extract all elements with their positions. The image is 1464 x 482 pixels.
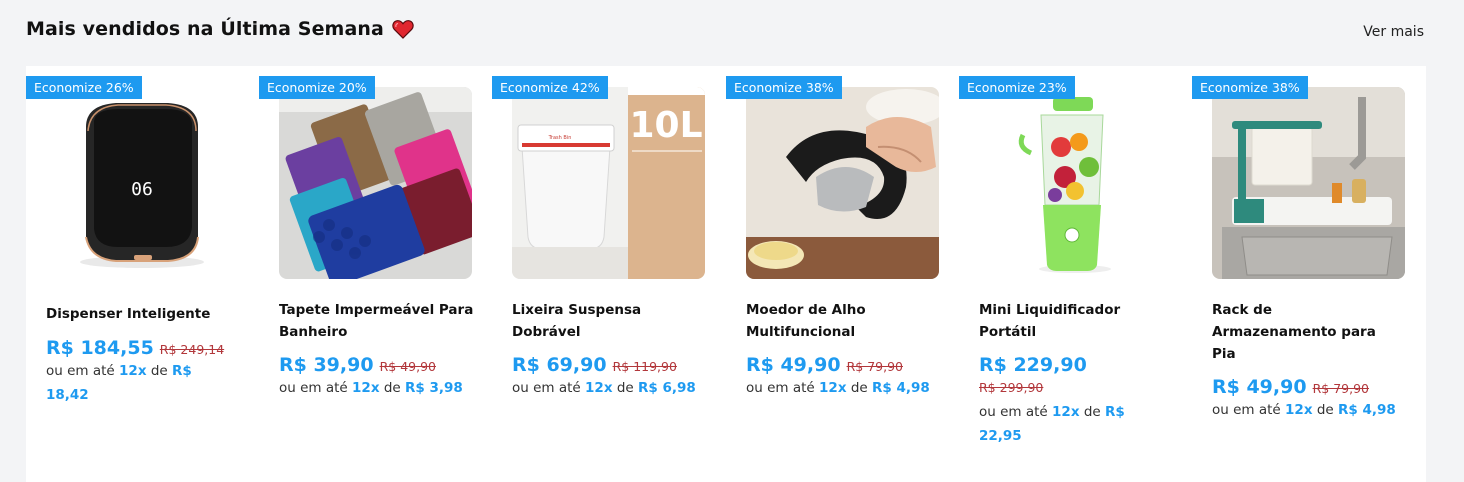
old-price: R$ 119,90: [612, 359, 677, 374]
smart-dispenser-image[interactable]: 06: [46, 87, 239, 279]
product-card[interactable]: Economize 23% Mini Liquidificador Portát…: [959, 66, 1185, 482]
installment-mid: de: [150, 363, 168, 379]
old-price: R$ 299,90: [979, 380, 1044, 395]
installment-value: R$ 6,98: [638, 380, 696, 396]
svg-text:06: 06: [131, 179, 153, 200]
product-price: R$ 229,90: [979, 354, 1087, 376]
discount-badge: Economize 42%: [492, 76, 608, 99]
installment-mid: de: [383, 380, 401, 396]
product-name[interactable]: Moedor de Alho Multifuncional: [746, 299, 946, 343]
installment-prefix: ou em até: [979, 404, 1048, 420]
installment-mid: de: [616, 380, 634, 396]
products-carousel: Economize 26% 06 Dispenser Inteligente R…: [26, 66, 1426, 482]
installment-prefix: ou em até: [46, 363, 115, 379]
installment-info: ou em até 12x de R$ 6,98: [512, 376, 712, 400]
installment-prefix: ou em até: [279, 380, 348, 396]
product-price: R$ 39,90: [279, 354, 374, 376]
section-title-text: Mais vendidos na Última Semana: [26, 18, 384, 40]
installment-count: 12x: [819, 380, 847, 396]
old-price: R$ 79,90: [846, 359, 903, 374]
product-name[interactable]: Rack de Armazenamento para Pia: [1212, 299, 1392, 365]
product-card[interactable]: Economize 20% Tapete Impermeável Para Ba…: [259, 66, 485, 482]
installment-mid: de: [1316, 402, 1334, 418]
installment-info: ou em até 12x de R$ 4,98: [1212, 398, 1412, 422]
hanging-trash-bin-image[interactable]: 10L Trash Bin: [512, 87, 705, 279]
old-price: R$ 79,90: [1312, 381, 1369, 396]
bath-mat-image[interactable]: [279, 87, 472, 279]
product-price: R$ 69,90: [512, 354, 607, 376]
installment-count: 12x: [119, 363, 147, 379]
price-row: R$ 49,90 R$ 79,90: [1212, 376, 1417, 400]
product-card[interactable]: Economize 42% 10L Trash Bin Lixeira Susp…: [492, 66, 718, 482]
price-row: R$ 69,90 R$ 119,90: [512, 354, 717, 378]
installment-info: ou em até 12x de R$ 4,98: [746, 376, 946, 400]
discount-badge: Economize 38%: [1192, 76, 1308, 99]
installment-info: ou em até 12x de R$ 22,95: [979, 400, 1149, 448]
installment-value: R$ 4,98: [872, 380, 930, 396]
product-card[interactable]: Economize 26% 06 Dispenser Inteligente R…: [26, 66, 252, 482]
product-price: R$ 184,55: [46, 337, 154, 359]
installment-prefix: ou em até: [512, 380, 581, 396]
section-title: Mais vendidos na Última Semana: [26, 18, 414, 40]
installment-count: 12x: [585, 380, 613, 396]
capacity-label: 10L: [629, 105, 702, 146]
installment-count: 12x: [1052, 404, 1080, 420]
product-name[interactable]: Lixeira Suspensa Dobrável: [512, 299, 712, 343]
product-card[interactable]: Economize 38% Moedor de Alho Multifuncio…: [726, 66, 952, 482]
price-row: R$ 49,90 R$ 79,90: [746, 354, 951, 378]
installment-value: R$ 4,98: [1338, 402, 1396, 418]
installment-mid: de: [850, 380, 868, 396]
old-price: R$ 249,14: [159, 342, 225, 357]
discount-badge: Economize 23%: [959, 76, 1075, 99]
installment-mid: de: [1083, 404, 1101, 420]
garlic-press-image[interactable]: [746, 87, 939, 279]
installment-info: ou em até 12x de R$ 18,42: [46, 359, 216, 407]
installment-count: 12x: [352, 380, 380, 396]
old-price: R$ 49,90: [379, 359, 436, 374]
svg-text:Trash Bin: Trash Bin: [548, 135, 572, 141]
heart-icon: [392, 20, 414, 39]
price-row: R$ 184,55 R$ 249,14: [46, 337, 251, 361]
portable-blender-image[interactable]: [979, 87, 1172, 279]
installment-count: 12x: [1285, 402, 1313, 418]
product-price: R$ 49,90: [746, 354, 841, 376]
discount-badge: Economize 20%: [259, 76, 375, 99]
section-header: Mais vendidos na Última Semana Ver mais: [26, 18, 1424, 46]
product-name[interactable]: Tapete Impermeável Para Banheiro: [279, 299, 479, 343]
price-row: R$ 39,90 R$ 49,90: [279, 354, 484, 378]
installment-info: ou em até 12x de R$ 3,98: [279, 376, 479, 400]
sink-rack-image[interactable]: [1212, 87, 1405, 279]
discount-badge: Economize 38%: [726, 76, 842, 99]
product-card[interactable]: Economize 38% Rack de Armazenamento para…: [1192, 66, 1418, 482]
discount-badge: Economize 26%: [26, 76, 142, 99]
product-price: R$ 49,90: [1212, 376, 1307, 398]
see-more-link[interactable]: Ver mais: [1363, 24, 1424, 40]
price-row: R$ 229,90 R$ 299,90: [979, 354, 1159, 399]
installment-prefix: ou em até: [746, 380, 815, 396]
installment-value: R$ 3,98: [405, 380, 463, 396]
product-name[interactable]: Mini Liquidificador Portátil: [979, 299, 1179, 343]
product-name[interactable]: Dispenser Inteligente: [46, 303, 246, 325]
installment-prefix: ou em até: [1212, 402, 1281, 418]
